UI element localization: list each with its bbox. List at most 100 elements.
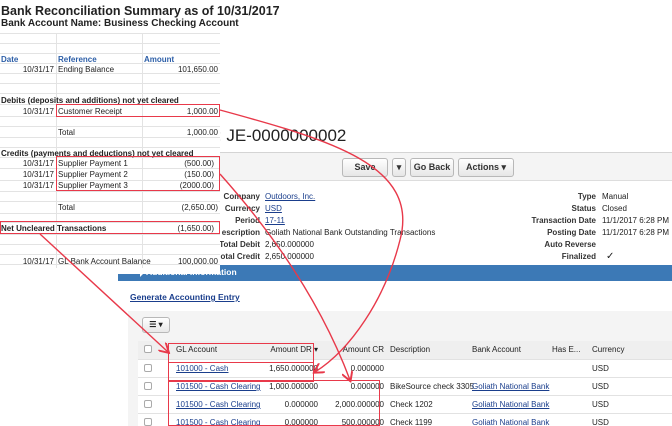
debit-date: 10/31/17: [22, 107, 54, 116]
status-value: Closed: [602, 204, 627, 213]
grid-line: [0, 168, 220, 169]
currency-link[interactable]: USD: [265, 204, 282, 213]
total-debit-value: 2,650.000000: [265, 240, 314, 249]
col-description[interactable]: Description: [390, 345, 430, 354]
debits-section-header: Debits (deposits and additions) not yet …: [1, 96, 179, 105]
amount-cr-cell: 0.000000: [350, 382, 384, 391]
row-checkbox[interactable]: [144, 364, 152, 372]
table-row[interactable]: 101000 - Cash 1,650.000000 0.000000 USD: [138, 360, 672, 378]
description-cell: Check 1202: [390, 400, 433, 409]
grid-line: [0, 43, 220, 44]
grid-line: [0, 254, 220, 255]
credits-section-header: Credits (payments and deductions) not ye…: [1, 149, 194, 158]
col-currency[interactable]: Currency: [592, 345, 624, 354]
credit-amount: (2000.00): [179, 181, 214, 190]
grid-line: [0, 201, 220, 202]
gl-account-link[interactable]: 101000 - Cash: [176, 364, 228, 373]
actions-button[interactable]: Actions ▾: [458, 158, 514, 177]
sheet-subtitle: Bank Account Name: Business Checking Acc…: [1, 18, 239, 29]
total-credit-value: 2,650.000000: [265, 252, 314, 261]
transaction-date-value: 11/1/2017 6:28 PM: [602, 216, 670, 225]
finalized-label: Finalized: [561, 252, 596, 261]
grid-line: [0, 244, 220, 245]
type-value: Manual: [602, 192, 629, 201]
currency-cell: USD: [592, 418, 609, 426]
grid-line: [0, 137, 220, 138]
row-checkbox[interactable]: [144, 382, 152, 390]
status-label: Status: [571, 204, 596, 213]
amount-cr-cell: 500.000000: [341, 418, 384, 426]
save-button[interactable]: Save: [342, 158, 388, 177]
bank-account-link[interactable]: Goliath National Bank: [472, 400, 549, 409]
col-gl-account[interactable]: GL Account: [176, 345, 217, 354]
table-row[interactable]: 101500 - Cash Clearing 0.000000 500.0000…: [138, 414, 672, 426]
generate-accounting-entry-link[interactable]: Generate Accounting Entry: [130, 292, 240, 302]
grid-line: [0, 93, 220, 94]
table-row[interactable]: 101500 - Cash Clearing 1,000.000000 0.00…: [138, 378, 672, 396]
ending-balance-label: Ending Balance: [58, 65, 115, 74]
amount-dr-cell: 1,650.000000: [269, 364, 318, 373]
credit-total-label: Total: [58, 203, 75, 212]
col-has-e[interactable]: Has E...: [552, 345, 580, 354]
amount-dr-cell: 1,000.000000: [269, 382, 318, 391]
row-checkbox[interactable]: [144, 418, 152, 426]
debit-total-amount: 1,000.00: [186, 128, 218, 137]
currency-cell: USD: [592, 382, 609, 391]
col-amount-header: Amount: [144, 55, 175, 64]
journal-entry-title: ry : JE-0000000002: [198, 126, 347, 145]
col-bank-account[interactable]: Bank Account: [472, 345, 521, 354]
col-reference-header: Reference: [58, 55, 97, 64]
grid-line: [0, 222, 220, 223]
credit-date: 10/31/17: [22, 159, 54, 168]
grid-line: [0, 33, 220, 34]
row-checkbox[interactable]: [144, 400, 152, 408]
company-link[interactable]: Outdoors, Inc.: [265, 192, 315, 201]
ending-balance-date: 10/31/17: [22, 65, 54, 74]
credit-date: 10/31/17: [22, 181, 54, 190]
credit-amount: (500.00): [184, 159, 214, 168]
period-link[interactable]: 17-11: [265, 216, 285, 225]
col-amount-cr[interactable]: Amount CR: [318, 345, 384, 354]
reconciliation-summary-sheet: Bank Reconciliation Summary as of 10/31/…: [0, 0, 280, 274]
select-all-checkbox[interactable]: [144, 345, 152, 353]
currency-cell: USD: [592, 364, 609, 373]
ending-balance-amount: 101,650.00: [177, 65, 218, 74]
debit-reference: Customer Receipt: [58, 107, 123, 116]
debit-amount: 1,000.00: [186, 107, 218, 116]
type-label: Type: [577, 192, 596, 201]
net-uncleared-amount: (1,650.00): [177, 224, 214, 233]
grid-line: [0, 191, 220, 192]
gl-balance-date: 10/31/17: [22, 257, 54, 266]
grid-line: [0, 147, 220, 148]
grid-menu-button[interactable]: ☰ ▾: [142, 317, 170, 333]
col-amount-dr[interactable]: Amount DR ▾: [248, 345, 318, 354]
auto-reverse-label: Auto Reverse: [544, 240, 596, 249]
sheet-title: Bank Reconciliation Summary as of 10/31/…: [1, 4, 280, 18]
posting-date-value: 11/1/2017 6:28 PM: [602, 228, 670, 237]
grid-line: [0, 126, 220, 127]
net-uncleared-label: Net Uncleared Transactions: [1, 224, 107, 233]
credit-reference: Supplier Payment 2: [58, 170, 128, 179]
gl-lines-grid: ☰ ▾ GL Account Amount DR ▾ Amount CR Des…: [128, 311, 672, 426]
bank-account-link[interactable]: Goliath National Bank: [472, 382, 549, 391]
save-dropdown-button[interactable]: ▾: [392, 158, 406, 177]
description-cell: BikeSource check 3305: [390, 382, 475, 391]
bank-account-link[interactable]: Goliath National Bank: [472, 418, 549, 426]
col-date-header: Date: [1, 55, 19, 64]
debit-total-label: Total: [58, 128, 75, 137]
grid-line: [0, 53, 220, 54]
transaction-date-label: Transaction Date: [531, 216, 596, 225]
finalized-check-icon: ✓: [606, 251, 615, 262]
gl-balance-amount: 100,000.00: [177, 257, 218, 266]
grid-header-row: GL Account Amount DR ▾ Amount CR Descrip…: [138, 341, 672, 360]
amount-cr-cell: 0.000000: [350, 364, 384, 373]
grid-line: [0, 83, 220, 84]
grid-line: [0, 116, 220, 117]
table-row[interactable]: 101500 - Cash Clearing 0.000000 2,000.00…: [138, 396, 672, 414]
amount-dr-cell: 0.000000: [284, 418, 318, 426]
go-back-button[interactable]: Go Back: [410, 158, 454, 177]
posting-date-label: Posting Date: [547, 228, 596, 237]
grid-line: [0, 63, 220, 64]
credit-amount: (150.00): [184, 170, 214, 179]
amount-cr-cell: 2,000.000000: [335, 400, 384, 409]
